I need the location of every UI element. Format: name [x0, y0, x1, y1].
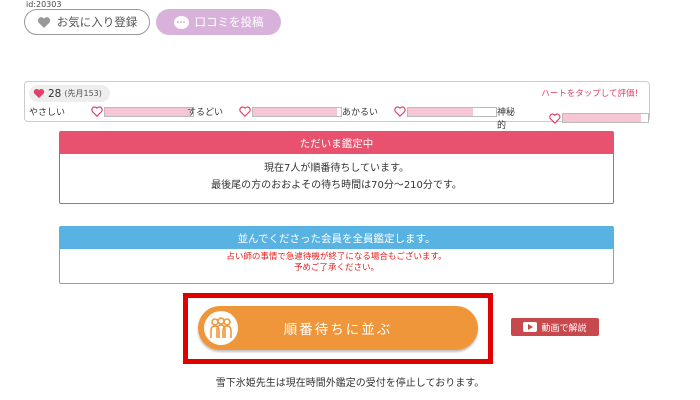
- notice-panel-title: 並んでくださった会員を全員鑑定します。: [60, 227, 613, 249]
- meter-bar: [252, 106, 343, 117]
- rate-heart-icon[interactable]: [239, 106, 251, 117]
- like-count-badge: 28 (先月153): [29, 85, 110, 102]
- heart-icon: [33, 88, 45, 99]
- post-review-button[interactable]: 口コミを投稿: [156, 9, 281, 35]
- rate-heart-icon[interactable]: [549, 113, 561, 124]
- notice-panel: 並んでくださった会員を全員鑑定します。 占い師の事情で急遽待機が終了になる場合も…: [59, 226, 614, 284]
- meter-bar: [104, 106, 195, 117]
- meter-label: 神秘的: [497, 108, 516, 131]
- join-queue-button[interactable]: 順番待ちに並ぶ: [198, 306, 478, 350]
- chat-bubble-icon: [173, 15, 189, 29]
- notice-line-2: 予めご了承ください。: [293, 263, 379, 273]
- wait-time-text: 最後尾の方のおおよその待ち時間は70分〜210分です。: [211, 180, 462, 191]
- post-review-button-label: 口コミを投稿: [194, 15, 264, 29]
- queue-count-text: 現在7人が順番待ちしています。: [263, 163, 410, 174]
- status-panel-title: ただいま鑑定中: [60, 132, 613, 154]
- meter-surudoi: するどい: [187, 105, 343, 118]
- rate-heart-icon[interactable]: [394, 106, 406, 117]
- like-count-note: (先月153): [64, 89, 102, 98]
- people-icon: [204, 311, 238, 345]
- meter-bar: [407, 106, 498, 117]
- meter-label: やさしい: [29, 108, 66, 118]
- tap-hint: ハートをタップして評価！: [541, 89, 643, 99]
- video-button-label: 動画で解説: [541, 323, 587, 334]
- meter-yasashii: やさしい: [29, 105, 195, 118]
- meter-bar: [561, 113, 649, 123]
- notice-line-1: 占い師の事情で急遽待機が終了になる場合もございます。: [226, 252, 447, 262]
- meter-akarui: あかるい: [342, 105, 498, 118]
- like-count: 28: [48, 87, 62, 100]
- favorite-button[interactable]: お気に入り登録: [24, 9, 150, 35]
- profile-id: id:20303: [26, 0, 62, 9]
- meter-shinpiteki: 神秘的: [497, 105, 649, 131]
- consultation-status-panel: ただいま鑑定中 現在7人が順番待ちしています。 最後尾の方のおおよその待ち時間は…: [59, 131, 614, 204]
- reception-stopped-note: 雪下氷姫先生は現在時間外鑑定の受付を停止しております。: [215, 378, 485, 389]
- rate-heart-icon[interactable]: [91, 106, 103, 117]
- join-queue-label: 順番待ちに並ぶ: [283, 322, 393, 338]
- video-explanation-button[interactable]: 動画で解説: [511, 318, 599, 336]
- play-icon: [523, 322, 538, 332]
- favorite-button-label: お気に入り登録: [56, 15, 138, 29]
- meter-label: あかるい: [342, 108, 379, 118]
- heart-icon: [37, 16, 50, 28]
- rating-section: 28 (先月153) ハートをタップして評価！ やさしい するどい あかるい 神…: [24, 81, 650, 131]
- meter-label: するどい: [187, 108, 224, 118]
